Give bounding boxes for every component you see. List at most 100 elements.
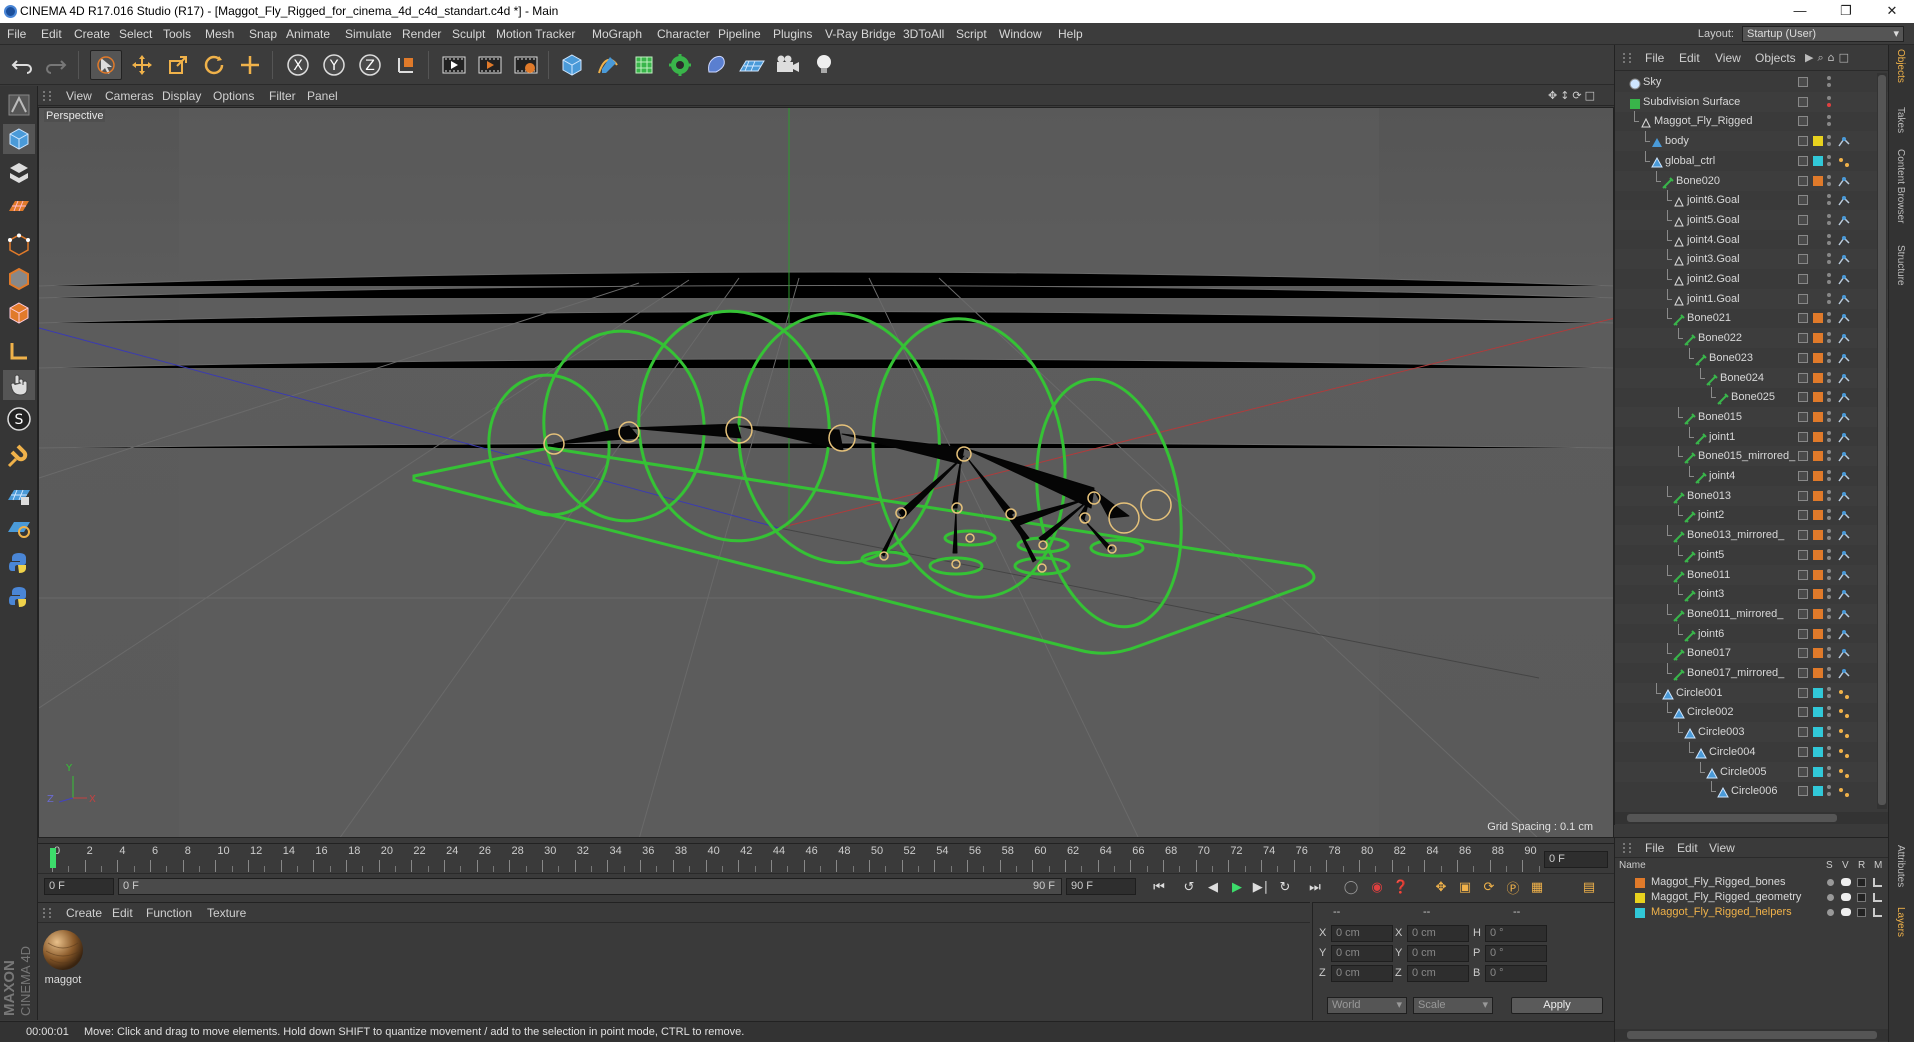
render-visibility-icon[interactable]: [1827, 693, 1831, 698]
object-row[interactable]: Bone023: [1615, 347, 1889, 368]
layer-checkbox-icon[interactable]: [1798, 569, 1808, 580]
subdivision-surface-icon[interactable]: [628, 50, 660, 80]
ik-tag-icon[interactable]: [1837, 431, 1851, 443]
editor-visibility-icon[interactable]: [1827, 686, 1831, 691]
viewport-nav-icons[interactable]: ✥↕⟳□: [1548, 89, 1608, 103]
object-row[interactable]: Bone022: [1615, 328, 1889, 349]
menu-animate[interactable]: Animate: [286, 23, 330, 45]
constraint-tag-icon[interactable]: [1837, 706, 1851, 719]
coordinate-system-icon[interactable]: [390, 50, 422, 80]
object-row[interactable]: joint2: [1615, 505, 1889, 525]
render-visibility-icon[interactable]: [1827, 516, 1831, 521]
object-row[interactable]: Subdivision Surface: [1615, 91, 1889, 112]
editor-visibility-icon[interactable]: [1827, 726, 1831, 731]
timeline-playhead[interactable]: [50, 848, 56, 868]
render-visibility-icon[interactable]: [1827, 733, 1831, 738]
object-manager-nav-icons[interactable]: ▶⌕⌂□: [1805, 51, 1885, 65]
object-tree-scrollbar[interactable]: [1615, 812, 1889, 824]
menu-render[interactable]: Render: [402, 23, 441, 45]
constraint-tag-icon[interactable]: [1837, 785, 1851, 798]
editor-visibility-icon[interactable]: [1827, 706, 1831, 711]
apply-button[interactable]: Apply: [1511, 997, 1603, 1014]
object-row[interactable]: Bone011_mirrored_: [1615, 603, 1889, 624]
move-tool-icon[interactable]: [126, 50, 158, 80]
render-visibility-icon[interactable]: [1827, 83, 1831, 87]
ik-tag-icon[interactable]: [1837, 253, 1851, 265]
object-row[interactable]: joint4: [1615, 466, 1889, 486]
layer-checkbox-icon[interactable]: [1798, 411, 1808, 422]
object-row[interactable]: joint2.Goal: [1615, 269, 1889, 289]
render-visibility-icon[interactable]: [1827, 674, 1831, 678]
render-visibility-icon[interactable]: [1827, 358, 1831, 363]
layer-solo-icon[interactable]: [1827, 879, 1834, 886]
play-forward-icon[interactable]: ▶: [1226, 877, 1248, 897]
go-to-end-icon[interactable]: ⏭: [1304, 877, 1326, 897]
menu-script[interactable]: Script: [956, 23, 987, 45]
layer-checkbox-icon[interactable]: [1798, 727, 1808, 738]
constraint-tag-icon[interactable]: [1837, 155, 1851, 167]
menu-simulate[interactable]: Simulate: [345, 23, 392, 45]
layer-checkbox-icon[interactable]: [1798, 234, 1808, 245]
ik-tag-icon[interactable]: [1837, 175, 1851, 187]
layer-manager-icon[interactable]: [1873, 878, 1882, 887]
ik-tag-icon[interactable]: [1837, 214, 1851, 226]
constraint-tag-icon[interactable]: [1837, 766, 1851, 778]
editor-visibility-icon[interactable]: [1827, 627, 1831, 632]
render-visibility-icon[interactable]: [1827, 496, 1831, 501]
menu-tools[interactable]: Tools: [163, 23, 191, 45]
menu-create[interactable]: Create: [74, 23, 110, 45]
undo-icon[interactable]: [6, 50, 38, 80]
editor-visibility-icon[interactable]: [1827, 430, 1831, 435]
object-row[interactable]: Circle002: [1615, 702, 1889, 722]
render-visibility-icon[interactable]: [1827, 713, 1831, 718]
layer-checkbox-icon[interactable]: [1798, 372, 1808, 383]
object-row[interactable]: Bone017: [1615, 643, 1889, 664]
ik-tag-icon[interactable]: [1837, 312, 1851, 324]
editor-visibility-icon[interactable]: [1827, 332, 1831, 337]
snapping-icon[interactable]: [3, 442, 35, 472]
object-row[interactable]: Bone024: [1615, 367, 1889, 388]
previous-frame-icon[interactable]: ◀: [1202, 877, 1224, 897]
object-row[interactable]: global_ctrl: [1615, 150, 1889, 171]
layer-color-swatch[interactable]: [1635, 908, 1645, 918]
editor-visibility-icon[interactable]: [1827, 509, 1831, 514]
render-visibility-icon[interactable]: [1827, 752, 1831, 757]
object-tree-vscroll[interactable]: [1877, 73, 1887, 809]
constraint-tag-icon[interactable]: [1837, 726, 1851, 739]
viewport-menu-panel[interactable]: Panel: [307, 86, 338, 106]
menu-v-ray-bridge[interactable]: V-Ray Bridge: [825, 23, 896, 45]
editor-visibility-icon[interactable]: [1827, 273, 1831, 277]
close-window-icon[interactable]: ✕: [1870, 0, 1914, 23]
timeline-ruler[interactable]: 0 2 4 6 8 10 12 14 16 18 20 22 24 26 28 30 32 34 36 38 40 42 4…: [38, 843, 1614, 873]
editor-visibility-icon[interactable]: [1827, 667, 1831, 671]
tab-layers[interactable]: Layers: [1895, 907, 1906, 937]
editor-visibility-icon[interactable]: [1827, 470, 1831, 474]
layer-solo-icon[interactable]: [1827, 909, 1834, 916]
key-position-icon[interactable]: ✥: [1430, 877, 1452, 897]
object-row[interactable]: body: [1615, 131, 1889, 152]
render-visibility-icon[interactable]: [1827, 792, 1831, 797]
object-row[interactable]: joint3.Goal: [1615, 249, 1889, 270]
editor-visibility-icon[interactable]: [1827, 95, 1831, 100]
ik-tag-icon[interactable]: [1837, 608, 1851, 620]
perspective-viewport[interactable]: Y X Z Perspective Grid Spacing : 0.1 cm: [38, 107, 1614, 838]
layer-checkbox-icon[interactable]: [1798, 313, 1808, 324]
render-visibility-icon[interactable]: [1827, 240, 1831, 245]
menu-help[interactable]: Help: [1058, 23, 1083, 45]
editor-visibility-icon[interactable]: [1827, 194, 1831, 199]
object-row[interactable]: Bone015: [1615, 406, 1889, 427]
render-visibility-icon[interactable]: [1827, 122, 1831, 127]
record-keys-icon[interactable]: ◯: [1340, 877, 1362, 897]
current-frame-field[interactable]: 0 F: [1544, 851, 1608, 868]
render-visibility-icon[interactable]: [1827, 536, 1831, 541]
layer-checkbox-icon[interactable]: [1798, 668, 1808, 678]
viewport-menu-options[interactable]: Options: [213, 86, 254, 106]
key-parameter-icon[interactable]: Ⓟ: [1502, 877, 1524, 897]
editor-visibility-icon[interactable]: [1827, 253, 1831, 258]
render-visibility-icon[interactable]: [1827, 378, 1831, 383]
ik-tag-icon[interactable]: [1837, 569, 1851, 581]
menu-character[interactable]: Character: [657, 23, 710, 45]
editor-visibility-icon[interactable]: [1827, 588, 1831, 593]
object-menu-view[interactable]: View: [1715, 45, 1741, 71]
layer-checkbox-icon[interactable]: [1798, 96, 1808, 107]
